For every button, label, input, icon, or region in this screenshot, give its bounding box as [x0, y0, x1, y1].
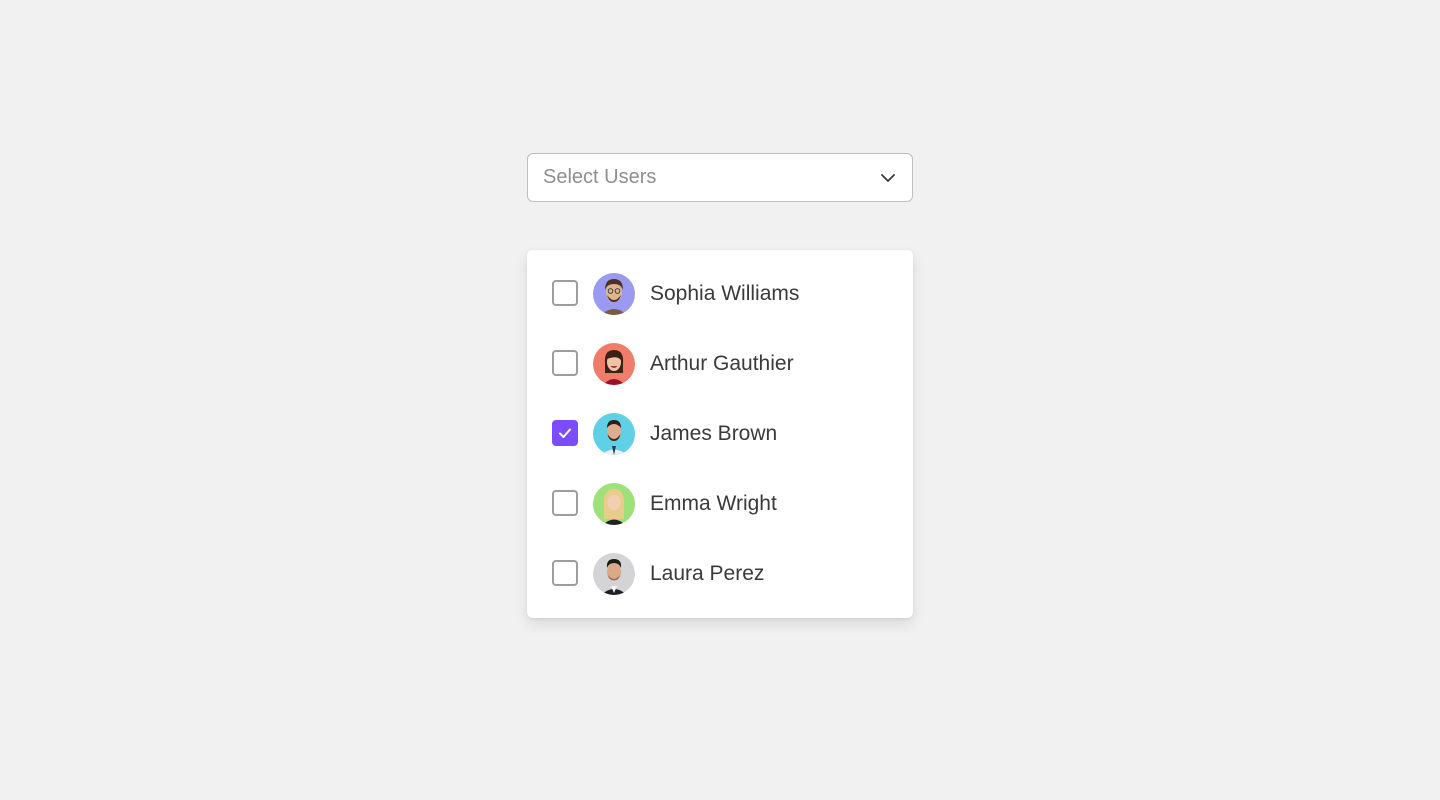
- user-avatar: [593, 553, 635, 595]
- user-checkbox[interactable]: [552, 560, 578, 586]
- user-option[interactable]: Laura Perez: [527, 553, 913, 623]
- user-name: Laura Perez: [650, 562, 765, 585]
- user-name: Sophia Williams: [650, 282, 800, 305]
- user-avatar: [593, 413, 635, 455]
- user-option[interactable]: Arthur Gauthier: [527, 343, 913, 413]
- user-avatar: [593, 343, 635, 385]
- user-checkbox[interactable]: [552, 420, 578, 446]
- user-option[interactable]: Sophia Williams: [527, 273, 913, 343]
- user-option[interactable]: Emma Wright: [527, 483, 913, 553]
- select-placeholder: Select Users: [543, 166, 657, 188]
- user-checkbox[interactable]: [552, 490, 578, 516]
- select-users-dropdown[interactable]: Select Users: [527, 153, 913, 202]
- user-options-list: Sophia Williams Arthur Gauthier James Br…: [527, 250, 913, 618]
- chevron-down-icon[interactable]: [878, 168, 898, 188]
- user-name: James Brown: [650, 422, 778, 445]
- user-avatar: [593, 483, 635, 525]
- user-checkbox[interactable]: [552, 350, 578, 376]
- user-name: Arthur Gauthier: [650, 352, 794, 375]
- checkmark-icon: [559, 428, 571, 438]
- user-option[interactable]: James Brown: [527, 413, 913, 483]
- user-name: Emma Wright: [650, 492, 777, 515]
- user-avatar: [593, 273, 635, 315]
- user-checkbox[interactable]: [552, 280, 578, 306]
